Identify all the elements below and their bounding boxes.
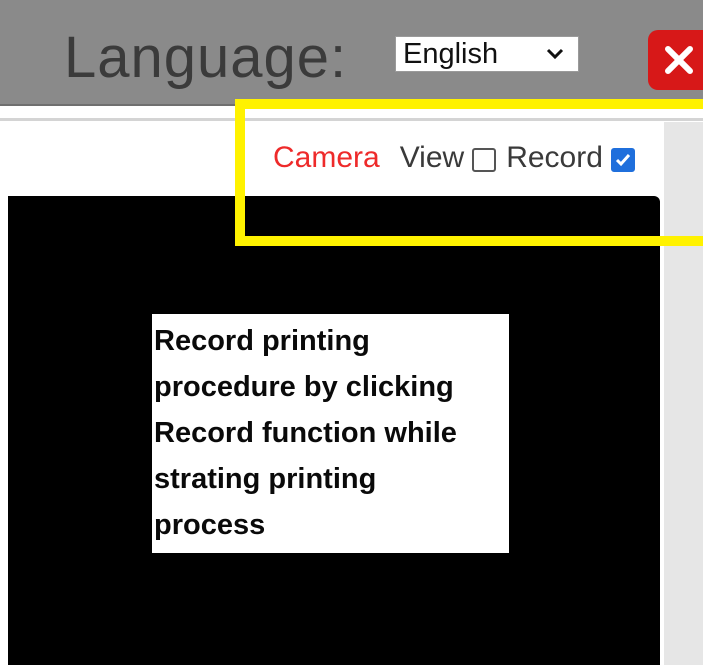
chevron-down-icon [546,48,564,60]
callout-line: Record function while [154,417,457,449]
camera-label: Camera [273,141,380,174]
camera-controls: Camera View Record [273,138,645,178]
close-button[interactable] [648,30,703,90]
view-label: View [399,141,465,174]
callout-line: procedure by clicking [154,371,454,403]
callout-line: process [154,509,266,541]
record-label: Record [506,141,603,174]
language-label: Language: [64,25,348,90]
panel-divider [0,118,703,121]
view-checkbox[interactable] [472,148,497,172]
language-select-value: English [403,37,499,70]
header-bar: Language: English [0,0,703,106]
language-select[interactable]: English [395,36,579,72]
callout-line: Record printing [154,325,370,357]
scrollbar[interactable] [664,122,703,665]
checkmark-icon [615,154,631,167]
close-x-icon [665,46,693,74]
record-checkbox[interactable] [610,148,635,172]
callout-line: strating printing [154,463,377,495]
app-window: Language: English Camera View Record Rec… [0,0,703,665]
instruction-callout: Record printing procedure by clicking Re… [152,314,509,553]
